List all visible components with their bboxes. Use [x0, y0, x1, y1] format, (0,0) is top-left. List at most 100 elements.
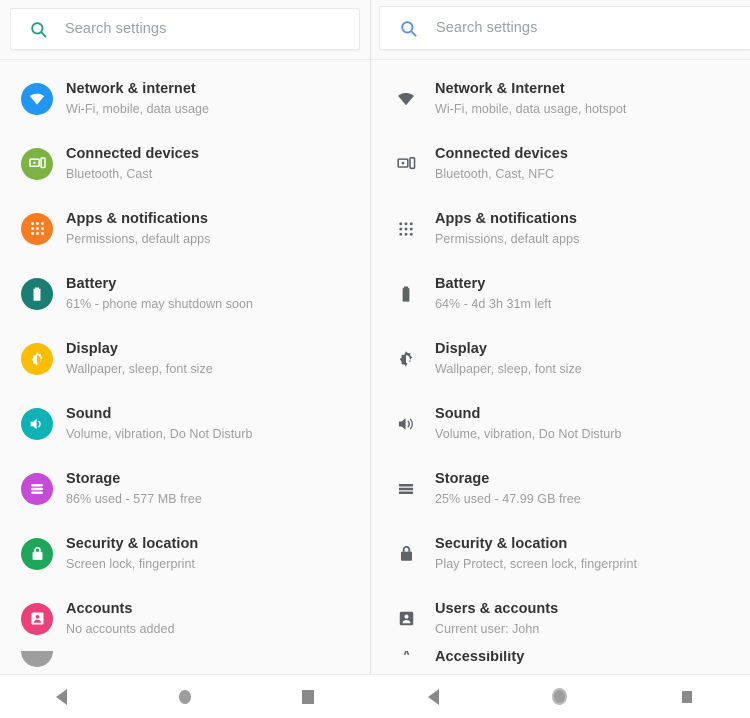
- list-item-title: Security & location: [66, 535, 199, 552]
- list-item-battery[interactable]: Battery 61% - phone may shutdown soon: [0, 261, 370, 326]
- list-item-accessibility[interactable]: Accessibility: [371, 651, 750, 674]
- list-item-title: Security & location: [435, 535, 568, 552]
- list-item-apps-notifications[interactable]: Apps & notifications Permissions, defaul…: [0, 196, 370, 261]
- storage-icon: [21, 472, 53, 505]
- list-item-subtitle: Wi-Fi, mobile, data usage: [66, 101, 209, 116]
- search-settings-box-left[interactable]: Search settings: [10, 8, 360, 50]
- list-item-display[interactable]: Display Wallpaper, sleep, font size: [0, 326, 370, 391]
- list-item-title: Battery: [66, 275, 117, 292]
- list-item-title: Connected devices: [66, 145, 200, 162]
- connected-devices-icon: [396, 157, 415, 170]
- battery-icon: [21, 277, 53, 310]
- row-text-right: Storage 25% used - 47.99 GB free: [433, 470, 581, 508]
- list-item-connected-devices[interactable]: Connected devices Bluetooth, Cast, NFC: [371, 131, 750, 196]
- list-item-subtitle: Volume, vibration, Do Not Disturb: [435, 426, 622, 441]
- account-icon: [399, 611, 413, 626]
- list-item-subtitle: Permissions, default apps: [66, 231, 211, 246]
- list-item-users-accounts[interactable]: Users & accounts Current user: John: [371, 586, 750, 651]
- list-item-title: Storage: [435, 470, 490, 487]
- list-item-battery[interactable]: Battery 64% - 4d 3h 31m left: [371, 261, 750, 326]
- row-text-left: Security & location Screen lock, fingerp…: [64, 535, 198, 573]
- row-icon-left: [10, 277, 64, 310]
- lock-icon: [400, 545, 412, 561]
- list-item-subtitle: Wi-Fi, mobile, data usage, hotspot: [435, 101, 627, 116]
- row-icon-left: [10, 82, 64, 115]
- home-button[interactable]: [530, 675, 590, 718]
- row-text-right: Connected devices Bluetooth, Cast, NFC: [433, 145, 568, 183]
- navigation-bar-left: [0, 675, 370, 718]
- row-text-right: Network & Internet Wi-Fi, mobile, data u…: [433, 80, 626, 118]
- row-text-right: Sound Volume, vibration, Do Not Disturb: [433, 405, 621, 443]
- list-item-subtitle: Screen lock, fingerprint: [66, 556, 196, 571]
- list-item-storage[interactable]: Storage 25% used - 47.99 GB free: [371, 456, 750, 521]
- row-text-right: Security & location Play Protect, screen…: [433, 535, 637, 573]
- settings-screen-left: Search settings Network & internet Wi-Fi…: [0, 0, 370, 674]
- list-item-storage[interactable]: Storage 86% used - 577 MB free: [0, 456, 370, 521]
- row-icon-left: [10, 342, 64, 375]
- list-item-network-internet[interactable]: Network & internet Wi-Fi, mobile, data u…: [0, 66, 370, 131]
- row-icon-right: [379, 153, 433, 174]
- list-item-sound[interactable]: Sound Volume, vibration, Do Not Disturb: [0, 391, 370, 456]
- list-item-subtitle: 61% - phone may shutdown soon: [66, 296, 253, 311]
- search-placeholder-right: Search settings: [436, 20, 538, 36]
- list-item-accounts[interactable]: Accounts No accounts added: [0, 586, 370, 651]
- accessibility-icon: [21, 651, 53, 667]
- row-icon-right: [379, 651, 433, 674]
- search-icon: [11, 20, 65, 39]
- list-item-partial-left[interactable]: [0, 651, 370, 674]
- row-text-left: Connected devices Bluetooth, Cast: [64, 145, 199, 183]
- list-item-subtitle: Bluetooth, Cast, NFC: [435, 166, 555, 181]
- list-item-subtitle: Wallpaper, sleep, font size: [66, 361, 213, 376]
- search-settings-box-right[interactable]: Search settings: [379, 6, 750, 50]
- list-item-title: Accounts: [66, 600, 133, 617]
- row-icon-left: [10, 472, 64, 505]
- volume-icon: [21, 407, 53, 440]
- settings-list-right: Network & Internet Wi-Fi, mobile, data u…: [371, 60, 750, 674]
- list-item-display[interactable]: Display Wallpaper, sleep, font size: [371, 326, 750, 391]
- row-icon-left: [10, 147, 64, 180]
- list-item-network-internet[interactable]: Network & Internet Wi-Fi, mobile, data u…: [371, 66, 750, 131]
- back-button[interactable]: [32, 675, 92, 718]
- list-item-security-location[interactable]: Security & location Play Protect, screen…: [371, 521, 750, 586]
- row-text-right: Accessibility: [433, 651, 524, 667]
- row-icon-right: [379, 285, 433, 303]
- lock-icon: [21, 537, 53, 570]
- list-item-apps-notifications[interactable]: Apps & notifications Permissions, defaul…: [371, 196, 750, 261]
- list-item-subtitle: Bluetooth, Cast: [66, 166, 153, 181]
- row-icon-left: [10, 602, 64, 635]
- settings-screen-right: Search settings Network & Internet Wi-Fi…: [370, 0, 750, 674]
- home-button[interactable]: [155, 675, 215, 718]
- row-icon-left: [10, 651, 64, 674]
- row-icon-right: [379, 89, 433, 109]
- navigation-bar-right: [370, 675, 750, 718]
- list-item-sound[interactable]: Sound Volume, vibration, Do Not Disturb: [371, 391, 750, 456]
- list-item-security-location[interactable]: Security & location Screen lock, fingerp…: [0, 521, 370, 586]
- list-item-subtitle: Current user: John: [435, 621, 540, 636]
- list-item-title: Display: [66, 340, 118, 357]
- volume-icon: [398, 417, 413, 430]
- row-text-left: Battery 61% - phone may shutdown soon: [64, 275, 253, 313]
- search-icon: [380, 19, 436, 38]
- recents-button[interactable]: [657, 675, 717, 718]
- back-button[interactable]: [403, 675, 463, 718]
- list-item-subtitle: Play Protect, screen lock, fingerprint: [435, 556, 637, 571]
- apps-grid-icon: [399, 221, 413, 236]
- list-item-title: Connected devices: [435, 145, 569, 162]
- list-item-subtitle: 64% - 4d 3h 31m left: [435, 296, 552, 311]
- recents-button[interactable]: [278, 675, 338, 718]
- row-icon-left: [10, 537, 64, 570]
- apps-grid-icon: [21, 212, 53, 245]
- settings-list-left: Network & internet Wi-Fi, mobile, data u…: [0, 60, 370, 674]
- connected-devices-icon: [21, 147, 53, 180]
- list-item-title: Apps & notifications: [435, 210, 577, 227]
- row-icon-right: [379, 220, 433, 238]
- brightness-icon: [399, 350, 413, 367]
- list-item-connected-devices[interactable]: Connected devices Bluetooth, Cast: [0, 131, 370, 196]
- search-placeholder-left: Search settings: [65, 21, 167, 37]
- row-icon-left: [10, 407, 64, 440]
- row-icon-right: [379, 349, 433, 369]
- row-text-left: Display Wallpaper, sleep, font size: [64, 340, 213, 378]
- row-text-left: Accounts No accounts added: [64, 600, 175, 638]
- list-item-subtitle: Permissions, default apps: [435, 231, 580, 246]
- list-item-subtitle: 25% used - 47.99 GB free: [435, 491, 581, 506]
